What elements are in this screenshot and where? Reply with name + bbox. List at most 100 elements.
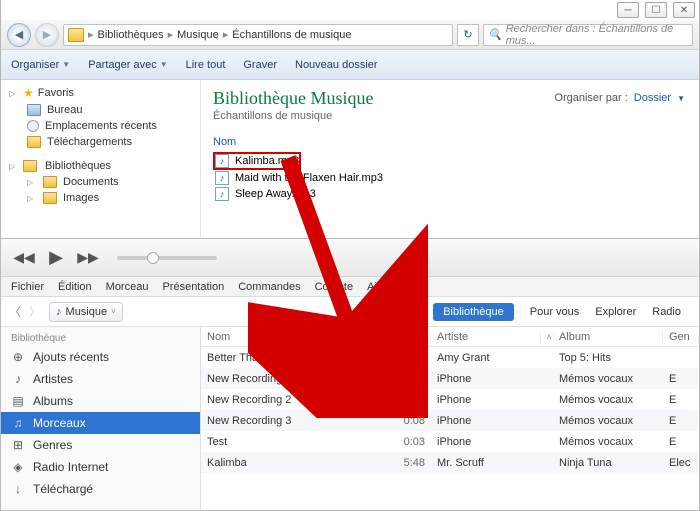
cell-album: Top 5: Hits <box>553 352 663 364</box>
star-icon: ★ <box>23 86 34 100</box>
col-duration: Durée <box>381 331 431 343</box>
burn-button[interactable]: Graver <box>243 59 277 71</box>
menu-item[interactable]: Commandes <box>238 281 300 293</box>
library-subtitle: Échantillons de musique <box>213 110 687 122</box>
menu-item[interactable]: Présentation <box>162 281 224 293</box>
refresh-button[interactable]: ↻ <box>457 24 479 46</box>
file-item[interactable]: ♪Maid with the Flaxen Hair.mp3 <box>213 170 687 186</box>
music-icon: ♪ <box>56 306 62 318</box>
artists-icon: ♪ <box>11 372 25 386</box>
table-row[interactable]: New Recording 30:08iPhoneMémos vocauxE <box>201 410 699 431</box>
nav-recent[interactable]: Emplacements récents <box>9 118 192 134</box>
organize-button[interactable]: Organiser▼ <box>11 59 70 71</box>
file-name: Kalimba.mp3 <box>235 155 299 167</box>
itunes-window: ◀◀ ▶ ▶▶ Fichier Édition Morceau Présentatio… <box>0 238 700 511</box>
menu-item[interactable]: Compte <box>315 281 354 293</box>
cell-duration: 0:05 <box>381 394 431 406</box>
file-item[interactable]: ♪ Kalimba.mp3 <box>213 152 301 170</box>
titlebar: ─ ☐ ✕ <box>1 0 699 20</box>
nav-libraries[interactable]: Bibliothèques <box>45 160 111 172</box>
cell-duration: 0:08 <box>381 415 431 427</box>
table-row[interactable]: Kalimba5:48Mr. ScruffNinja TunaElec <box>201 452 699 473</box>
table-row[interactable]: New Recording0:03iPhoneMémos vocauxE <box>201 368 699 389</box>
nav-pane: ▷★Favoris Bureau Emplacements récents Té… <box>1 80 201 249</box>
prev-button[interactable]: ◀◀ <box>13 247 35 269</box>
next-button[interactable]: ▶▶ <box>77 247 99 269</box>
sidebar-item-albums[interactable]: ▤Albums <box>1 390 200 412</box>
cell-duration: 0:03 <box>381 436 431 448</box>
tab-explore[interactable]: Explorer <box>595 306 636 318</box>
nav-documents[interactable]: ▷Documents <box>9 174 192 190</box>
table-row[interactable]: New Recording 20:05iPhoneMémos vocauxE <box>201 389 699 410</box>
cell-album: Mémos vocaux <box>553 415 663 427</box>
breadcrumb-part[interactable]: Échantillons de musique <box>232 29 351 41</box>
table-row[interactable]: Better Than a Halleluja3:42Amy GrantTop … <box>201 347 699 368</box>
menu-item[interactable]: Fichier <box>11 281 44 293</box>
sidebar-item-downloaded[interactable]: ↓Téléchargé <box>1 478 200 500</box>
breadcrumb[interactable]: ▸ Bibliothèques▸ Musique▸ Échantillons d… <box>63 24 453 46</box>
tab-foryou[interactable]: Pour vous <box>530 306 580 318</box>
search-placeholder: Rechercher dans : Échantillons de mus... <box>506 23 688 47</box>
songs-icon: ♫ <box>11 416 25 430</box>
desktop-icon <box>27 104 41 116</box>
tab-library[interactable]: Bibliothèque <box>433 303 514 321</box>
sidebar-item-label: Artistes <box>33 372 73 386</box>
col-name: Nom <box>201 331 381 343</box>
nav-images[interactable]: ▷Images <box>9 190 192 206</box>
fwd-nav[interactable]: 〉 <box>29 303 41 320</box>
cell-name: Kalimba <box>201 457 381 469</box>
column-name[interactable]: Nom <box>213 136 687 148</box>
playall-button[interactable]: Lire tout <box>186 59 226 71</box>
cell-genre: E <box>663 415 699 427</box>
organize-by[interactable]: Organiser par : Dossier▼ <box>554 92 685 104</box>
audio-icon: ♪ <box>215 187 229 201</box>
explorer-window: ─ ☐ ✕ ◀ ▶ ▸ Bibliothèques▸ Musique▸ Écha… <box>0 0 700 250</box>
cell-duration: 0:03 <box>381 373 431 385</box>
share-button[interactable]: Partager avec▼ <box>88 59 167 71</box>
menu-item[interactable]: Aide <box>367 281 389 293</box>
cell-name: New Recording 2 <box>201 394 381 406</box>
sidebar-item-label: Genres <box>33 438 72 452</box>
sidebar-item-genres[interactable]: ⊞ Genres <box>1 434 200 456</box>
newfolder-button[interactable]: Nouveau dossier <box>295 59 378 71</box>
cell-duration: 5:48 <box>381 457 431 469</box>
media-dropdown[interactable]: ♪ Musique ˅ <box>49 302 123 322</box>
forward-button[interactable]: ▶ <box>35 23 59 47</box>
table-row[interactable]: Test0:03iPhoneMémos vocauxE <box>201 431 699 452</box>
back-button[interactable]: ◀ <box>7 23 31 47</box>
cell-artist: iPhone <box>431 436 541 448</box>
cell-artist: iPhone <box>431 373 541 385</box>
file-name: Sleep Away.mp3 <box>235 188 316 200</box>
sidebar-item-songs[interactable]: ♫ Morceaux <box>1 412 200 434</box>
back-nav[interactable]: 〈 <box>9 303 21 320</box>
cell-duration: 3:42 <box>381 352 431 364</box>
sidebar-item-artists[interactable]: ♪ Artistes <box>1 368 200 390</box>
menu-item[interactable]: Édition <box>58 281 92 293</box>
sidebar-item-label: Radio Internet <box>33 460 108 474</box>
sidebar-item-recent-adds[interactable]: ⊕Ajouts récents <box>1 346 200 368</box>
cell-album: Ninja Tuna <box>553 457 663 469</box>
genres-icon: ⊞ <box>11 438 25 452</box>
maximize-button[interactable]: ☐ <box>645 2 667 18</box>
sidebar-header: Bibliothèque <box>1 327 200 346</box>
nav-desktop[interactable]: Bureau <box>9 102 192 118</box>
breadcrumb-part[interactable]: Musique <box>177 29 219 41</box>
menu-item[interactable]: Morceau <box>106 281 149 293</box>
sidebar-item-radio[interactable]: ◈Radio Internet <box>1 456 200 478</box>
audio-icon: ♪ <box>215 154 229 168</box>
track-list: Nom Durée Artiste ʌ Album Gen Better Tha… <box>201 327 699 510</box>
file-item[interactable]: ♪ Sleep Away.mp3 <box>213 186 687 202</box>
volume-knob[interactable] <box>147 252 159 264</box>
nav-favorites[interactable]: Favoris <box>38 87 74 99</box>
play-button[interactable]: ▶ <box>45 247 67 269</box>
breadcrumb-part[interactable]: Bibliothèques <box>98 29 164 41</box>
volume-slider[interactable] <box>117 256 217 260</box>
nav-downloads[interactable]: Téléchargements <box>9 134 192 150</box>
close-button[interactable]: ✕ <box>673 2 695 18</box>
tab-radio[interactable]: Radio <box>652 306 681 318</box>
sidebar-item-label: Morceaux <box>33 416 86 430</box>
downloaded-icon: ↓ <box>11 482 25 496</box>
search-input[interactable]: 🔍 Rechercher dans : Échantillons de mus.… <box>483 24 693 46</box>
column-headers[interactable]: Nom Durée Artiste ʌ Album Gen <box>201 327 699 347</box>
minimize-button[interactable]: ─ <box>617 2 639 18</box>
